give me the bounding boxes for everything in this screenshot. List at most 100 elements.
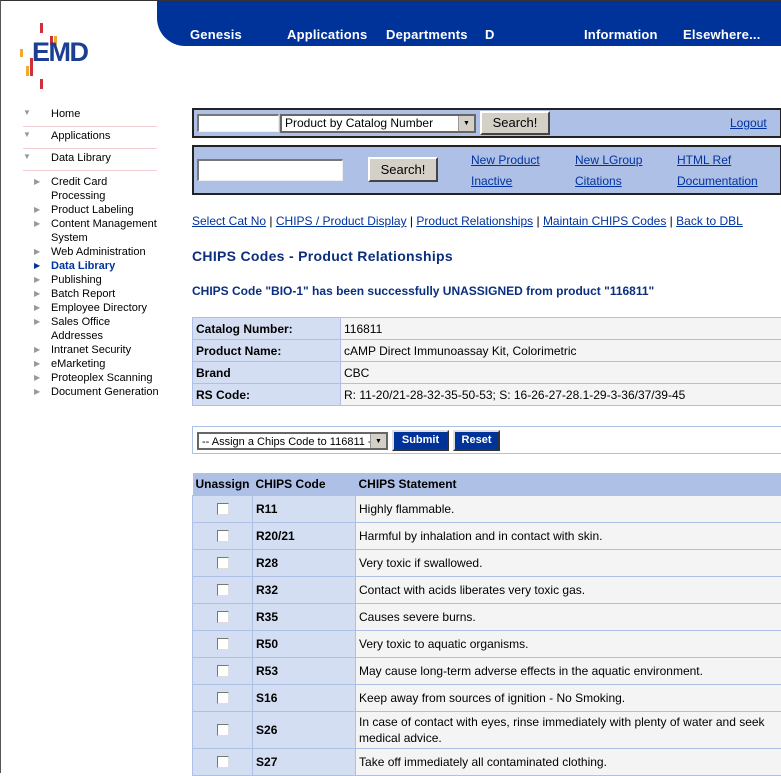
sidebar-item-label[interactable]: Data Library <box>51 152 111 164</box>
top-navigation-bar: Genesis Applications Departments D Infor… <box>157 1 781 46</box>
new-product-link[interactable]: New Product <box>471 153 540 167</box>
unassign-checkbox[interactable] <box>217 665 229 677</box>
nav-d[interactable]: D <box>485 27 495 42</box>
unassign-checkbox[interactable] <box>217 584 229 596</box>
new-lgroup-link[interactable]: New LGroup <box>575 153 642 167</box>
sidebar-subitem-publishing[interactable]: ▶Publishing <box>1 273 159 287</box>
sidebar-subitem-sales-office-addresses[interactable]: ▶Sales Office Addresses <box>1 315 159 343</box>
unassign-checkbox[interactable] <box>217 638 229 650</box>
assign-chips-value: -- Assign a Chips Code to 116811 -- <box>202 436 375 448</box>
sidebar-subitem-label[interactable]: Data Library <box>51 260 115 272</box>
sidebar-subitem-label[interactable]: Credit Card Processing <box>51 176 107 202</box>
sidebar-subitem-label[interactable]: Publishing <box>51 274 102 286</box>
nav-applications[interactable]: Applications <box>287 27 367 42</box>
documentation-link[interactable]: Documentation <box>677 174 758 188</box>
sidebar-subitem-label[interactable]: Content Management System <box>51 218 157 244</box>
logout-link[interactable]: Logout <box>730 116 767 130</box>
product-search-button[interactable]: Search! <box>368 157 438 182</box>
sidebar-subitem-label[interactable]: Web Administration <box>51 246 146 258</box>
sidebar-subitem-label[interactable]: Document Generation <box>51 386 159 398</box>
sidebar-subitem-batch-report[interactable]: ▶Batch Report <box>1 287 159 301</box>
breadcrumb-back-to-dbl[interactable]: Back to DBL <box>676 214 743 228</box>
unassign-cell <box>193 495 253 522</box>
breadcrumb: Select Cat No | CHIPS / Product Display … <box>192 214 743 228</box>
triangle-down-icon: ▼ <box>23 108 31 117</box>
table-row: R32Contact with acids liberates very tox… <box>193 576 781 603</box>
unassign-checkbox[interactable] <box>217 692 229 704</box>
sidebar-subitem-intranet-security[interactable]: ▶Intranet Security <box>1 343 159 357</box>
table-row: R53May cause long-term adverse effects i… <box>193 657 781 684</box>
sidebar-item-applications[interactable]: ▼ Applications <box>23 127 157 149</box>
triangle-down-icon: ▼ <box>23 152 31 161</box>
nav-information[interactable]: Information <box>584 27 658 42</box>
breadcrumb-maintain-chips-codes[interactable]: Maintain CHIPS Codes <box>543 214 666 228</box>
sidebar-subitem-label[interactable]: Product Labeling <box>51 204 134 216</box>
emd-logo[interactable]: EMD <box>17 21 89 89</box>
dropdown-arrow-icon[interactable]: ▼ <box>370 434 386 448</box>
sidebar-subitem-label[interactable]: eMarketing <box>51 358 105 370</box>
sidebar-subitem-document-generation[interactable]: ▶Document Generation <box>1 385 159 399</box>
sidebar-item-data-library[interactable]: ▼ Data Library <box>23 149 157 171</box>
header-chips-statement: CHIPS Statement <box>356 473 781 495</box>
unassign-checkbox[interactable] <box>217 724 229 736</box>
sidebar-item-label[interactable]: Applications <box>51 130 110 142</box>
sidebar-item-home[interactable]: ▼ Home <box>23 105 157 127</box>
catalog-search-input[interactable] <box>197 114 279 132</box>
breadcrumb-separator: | <box>269 214 272 228</box>
sidebar-subitem-label[interactable]: Batch Report <box>51 288 115 300</box>
sidebar-subitem-employee-directory[interactable]: ▶Employee Directory <box>1 301 159 315</box>
logo-mark <box>40 79 43 89</box>
sidebar-subitem-data-library[interactable]: ▶Data Library <box>1 259 159 273</box>
assign-chips-select[interactable]: -- Assign a Chips Code to 116811 -- ▼ <box>197 432 388 450</box>
nav-elsewhere[interactable]: Elsewhere... <box>683 27 761 42</box>
breadcrumb-chips-product-display[interactable]: CHIPS / Product Display <box>276 214 407 228</box>
sidebar-subitem-emarketing[interactable]: ▶eMarketing <box>1 357 159 371</box>
search-button[interactable]: Search! <box>480 111 550 135</box>
dropdown-arrow-icon[interactable]: ▼ <box>458 116 474 131</box>
reset-button[interactable]: Reset <box>453 430 500 451</box>
sidebar-subitem-proteoplex-scanning[interactable]: ▶Proteoplex Scanning <box>1 371 159 385</box>
chips-code: R20/21 <box>253 522 356 549</box>
sidebar-item-label[interactable]: Home <box>51 108 80 120</box>
unassign-checkbox[interactable] <box>217 611 229 623</box>
chips-code: S27 <box>253 748 356 775</box>
chips-statement: Very toxic if swallowed. <box>356 549 781 576</box>
nav-departments[interactable]: Departments <box>386 27 468 42</box>
chips-statement: Very toxic to aquatic organisms. <box>356 630 781 657</box>
sidebar-subitem-label[interactable]: Sales Office Addresses <box>51 316 110 342</box>
chips-statement: In case of contact with eyes, rinse imme… <box>356 711 781 748</box>
sidebar-subitem-label[interactable]: Proteoplex Scanning <box>51 372 153 384</box>
unassign-checkbox[interactable] <box>217 756 229 768</box>
sidebar-subitem-credit-card-processing[interactable]: ▶ Credit Card Processing <box>1 175 159 203</box>
detail-value: 116811 <box>341 318 781 340</box>
html-ref-link[interactable]: HTML Ref <box>677 153 731 167</box>
search-type-select[interactable]: Product by Catalog Number ▼ <box>280 114 476 133</box>
unassign-cell <box>193 603 253 630</box>
breadcrumb-select-cat-no[interactable]: Select Cat No <box>192 214 266 228</box>
sidebar-subitem-web-administration[interactable]: ▶Web Administration <box>1 245 159 259</box>
citations-link[interactable]: Citations <box>575 174 622 188</box>
header-unassign: Unassign <box>193 473 253 495</box>
sidebar-subitem-content-management-system[interactable]: ▶ Content Management System <box>1 217 159 245</box>
submit-button[interactable]: Submit <box>392 430 449 451</box>
chips-statement: Harmful by inhalation and in contact wit… <box>356 522 781 549</box>
unassign-checkbox[interactable] <box>217 503 229 515</box>
unassign-checkbox[interactable] <box>217 530 229 542</box>
triangle-right-icon: ▶ <box>34 175 40 189</box>
detail-label: Brand <box>193 362 341 384</box>
sidebar-subitem-product-labeling[interactable]: ▶Product Labeling <box>1 203 159 217</box>
table-row: S26In case of contact with eyes, rinse i… <box>193 711 781 748</box>
product-search-input[interactable] <box>197 159 343 181</box>
chips-code: S26 <box>253 711 356 748</box>
chips-code: R50 <box>253 630 356 657</box>
chips-code: R28 <box>253 549 356 576</box>
inactive-link[interactable]: Inactive <box>471 174 512 188</box>
unassign-checkbox[interactable] <box>217 557 229 569</box>
unassign-cell <box>193 684 253 711</box>
sidebar-subitem-label[interactable]: Intranet Security <box>51 344 131 356</box>
triangle-right-icon: ▶ <box>34 217 40 231</box>
breadcrumb-product-relationships[interactable]: Product Relationships <box>416 214 533 228</box>
sidebar-subitem-label[interactable]: Employee Directory <box>51 302 147 314</box>
nav-genesis[interactable]: Genesis <box>190 27 242 42</box>
detail-row-brand: Brand CBC <box>193 362 781 384</box>
